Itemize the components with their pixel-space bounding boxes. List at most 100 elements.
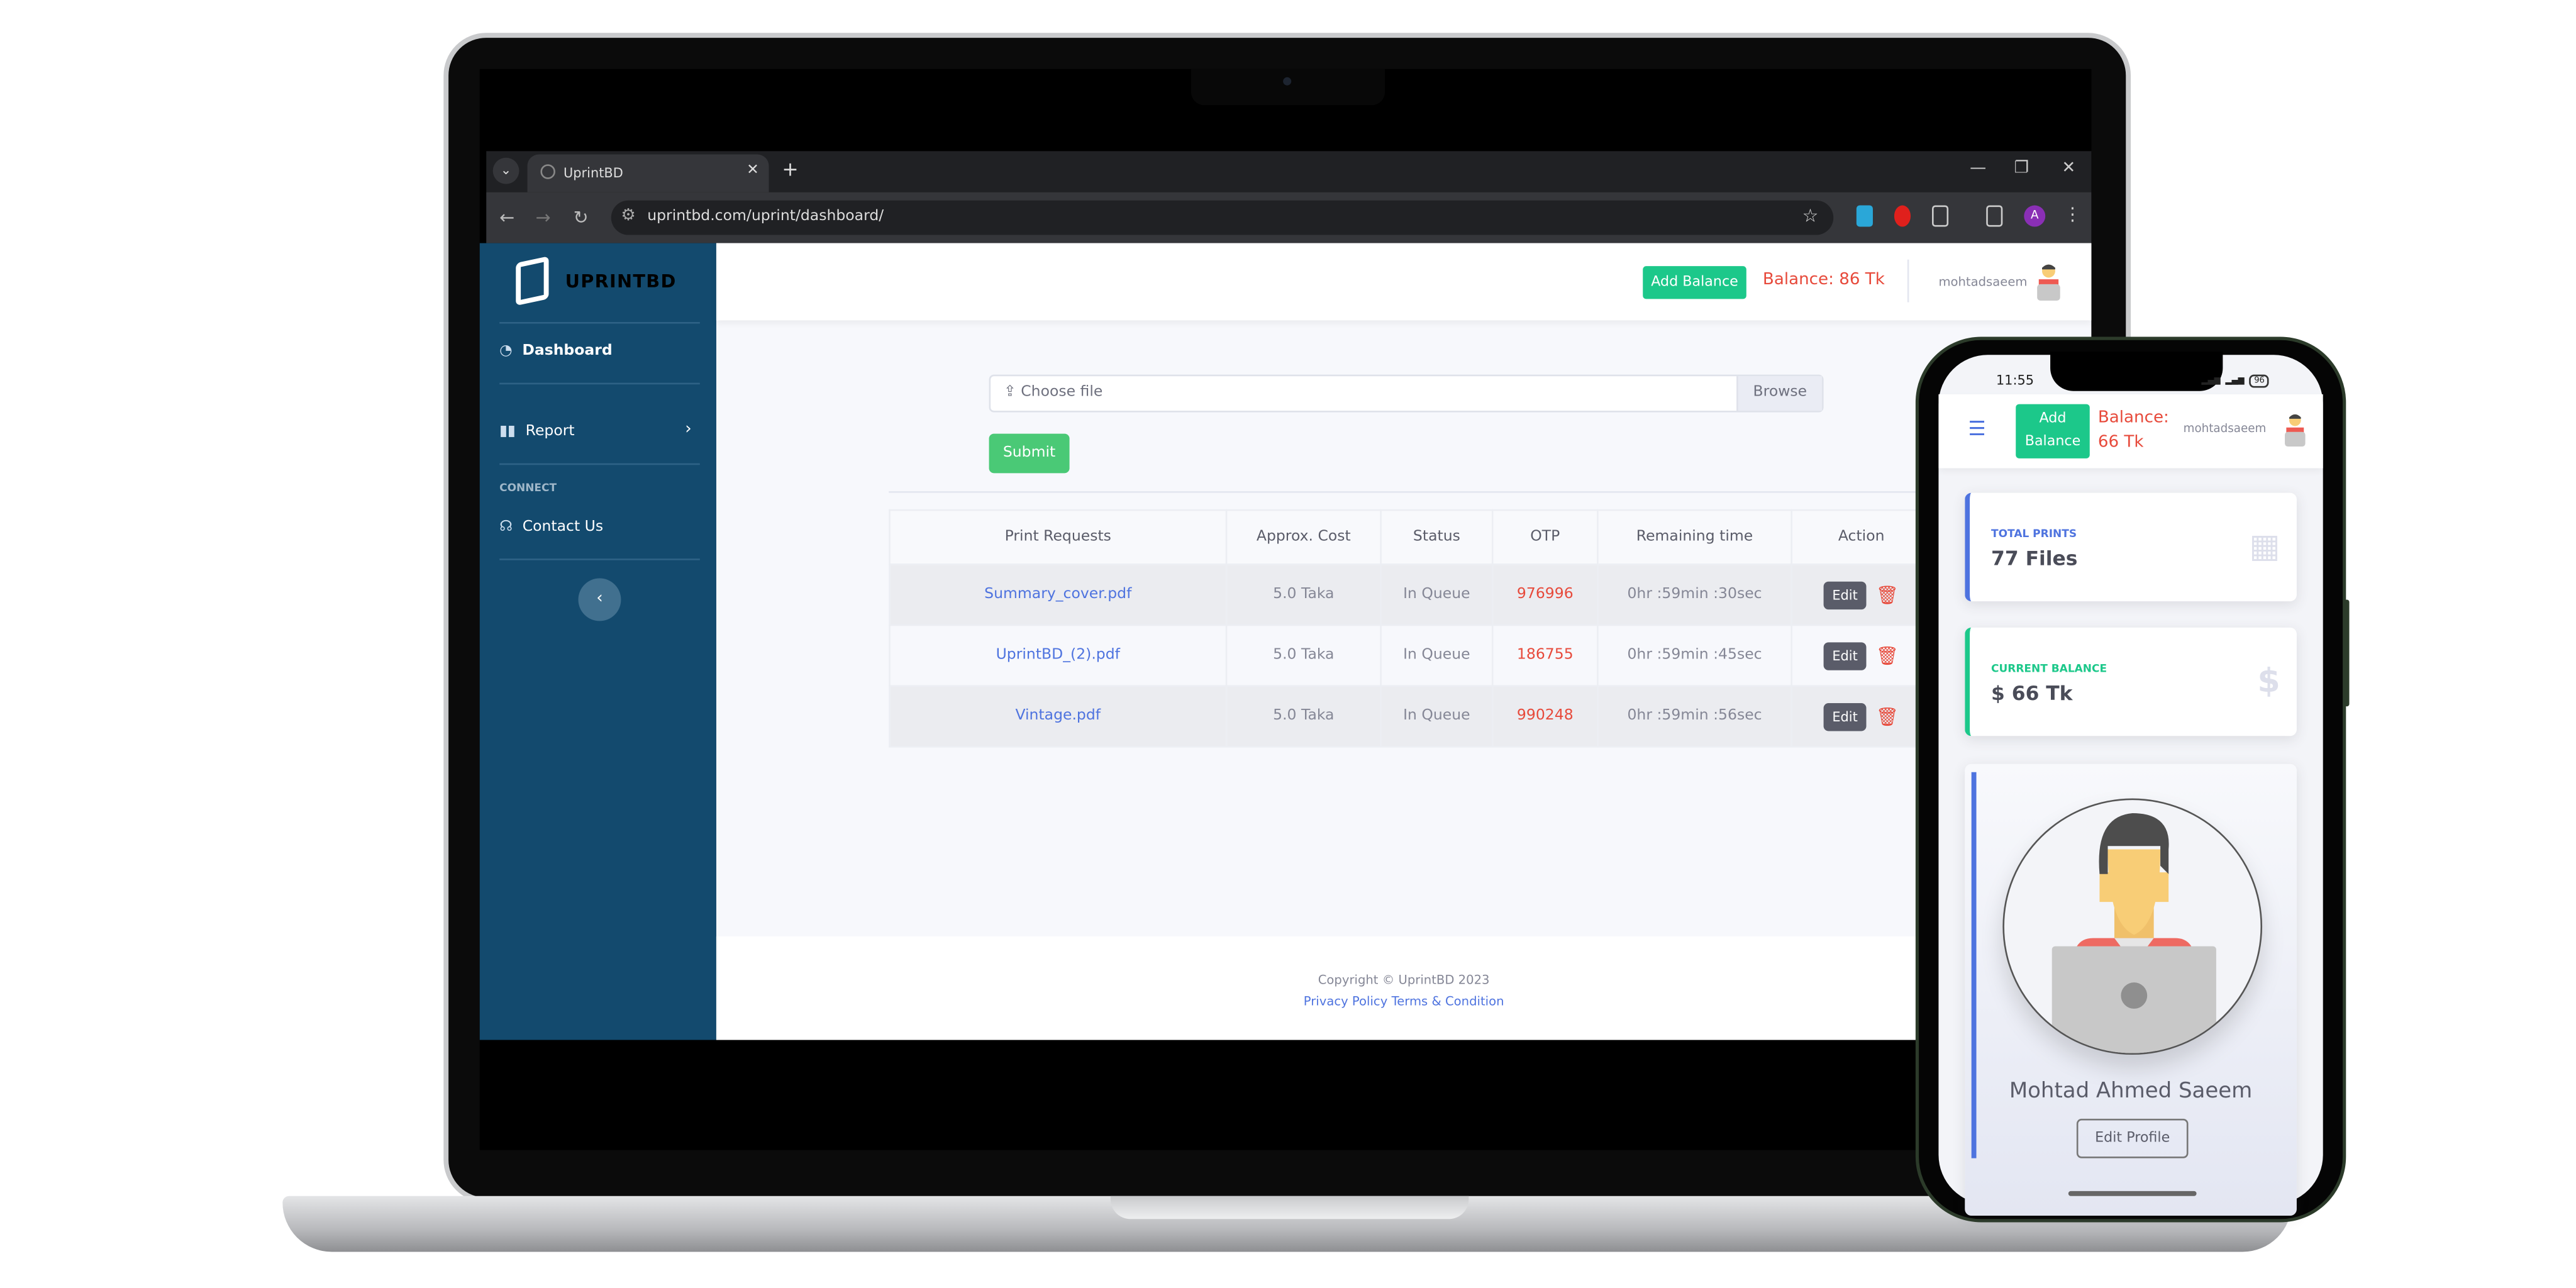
opera-extension-icon[interactable] xyxy=(1894,205,1911,227)
username[interactable]: mohtadsaeem xyxy=(2184,422,2267,435)
phone-notch xyxy=(2050,352,2223,391)
sidebar-divider xyxy=(499,558,700,560)
site-settings-icon[interactable]: ⚙ xyxy=(621,207,635,225)
extensions-puzzle-icon[interactable] xyxy=(1931,205,1949,227)
file-input[interactable]: ⇪ Choose file Browse xyxy=(989,374,1824,413)
profile-avatar[interactable]: A xyxy=(2024,205,2046,227)
balance-display: Balance: 66 Tk xyxy=(2098,406,2172,455)
browser-tab[interactable]: UprintBD ✕ xyxy=(527,154,769,192)
forward-icon[interactable]: → xyxy=(536,207,551,228)
status-cell: In Queue xyxy=(1380,563,1494,626)
camera-notch xyxy=(1191,69,1385,106)
tab-search-chevron-icon[interactable]: ⌄ xyxy=(492,157,519,184)
profile-avatar-large xyxy=(2002,798,2263,1055)
otp-cell: 990248 xyxy=(1491,685,1599,748)
sidebar-divider xyxy=(499,382,700,385)
file-link[interactable]: Summary_cover.pdf xyxy=(889,563,1228,626)
otp-cell: 186755 xyxy=(1491,624,1599,687)
brand[interactable]: UPRINTBD xyxy=(516,256,677,306)
reload-icon[interactable]: ↻ xyxy=(574,207,589,228)
card-title: CURRENT BALANCE xyxy=(1991,662,2107,675)
camera-icon xyxy=(1283,77,1292,86)
file-link[interactable]: Vintage.pdf xyxy=(889,685,1228,748)
user-avatar[interactable] xyxy=(2282,413,2308,455)
tachometer-icon: ◔ xyxy=(499,343,513,360)
sidebar xyxy=(479,243,716,1040)
edit-button[interactable]: Edit xyxy=(1824,641,1866,670)
hamburger-menu-icon[interactable]: ☰ xyxy=(1968,418,1985,441)
submit-button[interactable]: Submit xyxy=(989,433,1070,474)
minimize-icon[interactable]: — xyxy=(1970,159,1986,177)
user-avatar[interactable] xyxy=(2034,263,2063,309)
remaining-time-cell: 0hr :59min :30sec xyxy=(1597,563,1792,626)
footer: Copyright © UprintBD 2023 Privacy Policy… xyxy=(716,936,2092,1040)
sidebar-item-label: Dashboard xyxy=(522,343,613,360)
url-text: uprintbd.com/uprint/dashboard/ xyxy=(647,208,884,225)
trash-icon[interactable]: 🗑 xyxy=(1876,706,1899,727)
balance-label: Balance: xyxy=(2097,409,2169,428)
username[interactable]: mohtadsaeem xyxy=(1938,274,2027,289)
tab-title: UprintBD xyxy=(563,165,623,181)
sidebar-item-label: Report xyxy=(525,423,575,441)
browser-menu-icon[interactable]: ⋮ xyxy=(2063,204,2082,225)
action-cell: Edit 🗑 xyxy=(1790,563,1932,626)
add-balance-label: Add xyxy=(2039,411,2067,428)
balance-display: Balance: 86 Tk xyxy=(1762,271,1885,289)
status-cell: In Queue xyxy=(1380,685,1494,748)
sidebar-item-report[interactable]: ▮▮ Report xyxy=(499,424,575,440)
bookmark-star-icon[interactable]: ☆ xyxy=(1802,206,1819,227)
trash-icon[interactable]: 🗑 xyxy=(1876,645,1899,666)
balance-value: 66 Tk xyxy=(2097,433,2144,452)
sidebar-item-contact-us[interactable]: ☊ Contact Us xyxy=(499,519,603,535)
table-header-row: Print Requests Approx. Cost Status OTP R… xyxy=(889,509,1932,565)
table-row: Summary_cover.pdf 5.0 Taka In Queue 9769… xyxy=(889,563,1932,626)
brand-name: UPRINTBD xyxy=(565,270,677,292)
card-value: $ 66 Tk xyxy=(1991,682,2073,705)
restore-icon[interactable]: ❐ xyxy=(2014,159,2029,177)
phone-side-button xyxy=(2344,599,2350,707)
sidebar-collapse-button[interactable]: ‹ xyxy=(578,578,621,621)
signal-icon: ▂▄▆ xyxy=(2225,376,2245,386)
battery-icon: 96 xyxy=(2249,374,2270,388)
back-icon[interactable]: ← xyxy=(499,207,514,228)
profile-name: Mohtad Ahmed Saeem xyxy=(2009,1079,2253,1104)
close-window-icon[interactable]: ✕ xyxy=(2062,159,2075,177)
dollar-icon: $ xyxy=(2257,660,2280,700)
new-tab-icon[interactable]: + xyxy=(782,158,798,181)
upload-icon: ⇪ xyxy=(1004,384,1021,401)
add-balance-button[interactable]: Add Balance xyxy=(1643,266,1746,299)
copyright: Copyright © UprintBD 2023 xyxy=(1318,972,1490,987)
close-tab-icon[interactable]: ✕ xyxy=(747,163,759,179)
edit-button[interactable]: Edit xyxy=(1824,702,1866,731)
browse-button[interactable]: Browse xyxy=(1736,376,1822,411)
cost-cell: 5.0 Taka xyxy=(1225,563,1382,626)
side-panel-icon[interactable] xyxy=(1986,205,2003,227)
topbar-divider xyxy=(1907,259,1909,303)
file-link[interactable]: UprintBD_(2).pdf xyxy=(889,624,1228,687)
status-time: 11:55 xyxy=(1996,372,2035,388)
laptop-base-notch xyxy=(1110,1196,1469,1219)
edit-profile-button[interactable]: Edit Profile xyxy=(2076,1118,2189,1158)
sidebar-item-label: Contact Us xyxy=(522,519,604,536)
terms-link[interactable]: Terms & Condition xyxy=(1392,994,1504,1009)
privacy-policy-link[interactable]: Privacy Policy xyxy=(1304,994,1388,1009)
divider xyxy=(889,491,2092,493)
trash-icon[interactable]: 🗑 xyxy=(1876,584,1899,606)
sidebar-item-dashboard[interactable]: ◔ Dashboard xyxy=(499,343,613,360)
edit-button[interactable]: Edit xyxy=(1824,580,1866,609)
status-icons: ▂▄▆ ▂▄▆ 96 xyxy=(2201,374,2270,388)
chevron-right-icon[interactable]: › xyxy=(685,421,691,439)
column-header: Print Requests xyxy=(889,509,1228,565)
extension-icon[interactable] xyxy=(1856,205,1873,227)
add-balance-button[interactable]: Add Balance xyxy=(2016,404,2090,458)
add-balance-label: Balance xyxy=(2024,433,2081,450)
print-requests-table: Print Requests Approx. Cost Status OTP R… xyxy=(889,509,1932,748)
action-cell: Edit 🗑 xyxy=(1790,685,1932,748)
current-balance-card: CURRENT BALANCE $ 66 Tk $ xyxy=(1965,627,2297,736)
topbar xyxy=(716,243,2092,321)
column-header: OTP xyxy=(1491,509,1599,565)
address-bar[interactable]: ⚙ uprintbd.com/uprint/dashboard/ xyxy=(611,200,1834,235)
headset-icon: ☊ xyxy=(499,519,513,536)
card-value: 77 Files xyxy=(1991,547,2078,570)
sidebar-divider xyxy=(499,321,700,324)
